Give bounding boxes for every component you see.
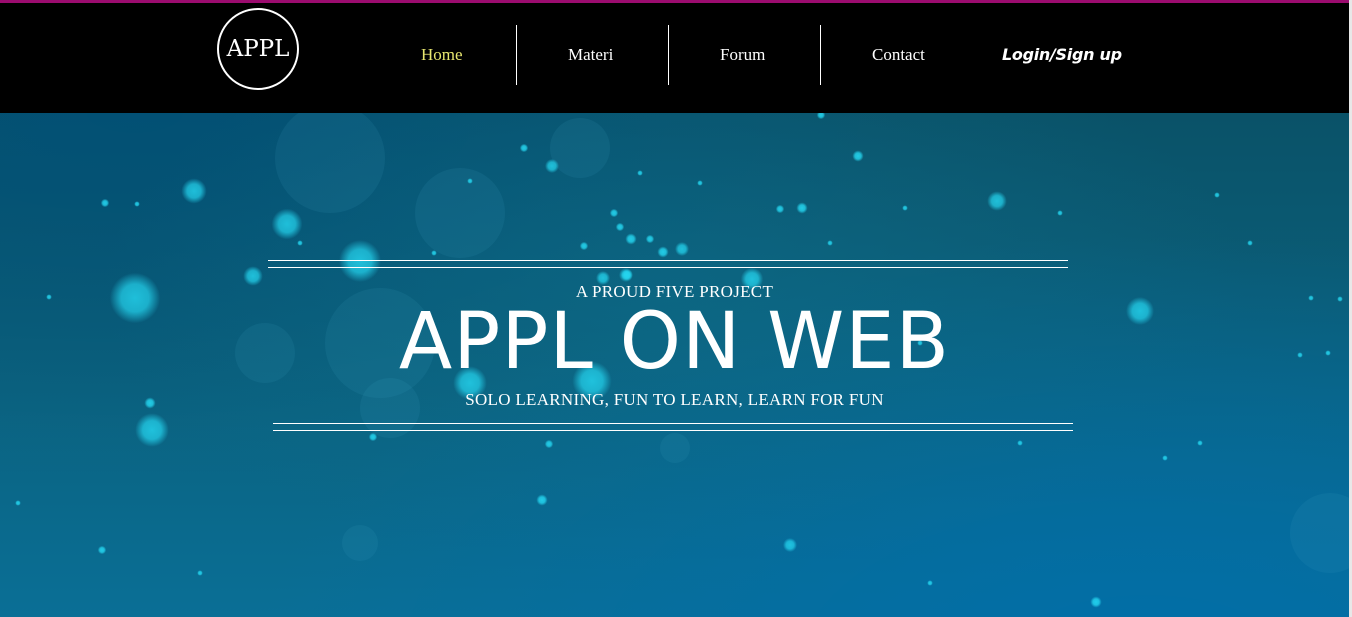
- particle-dot: [197, 570, 203, 576]
- page: APPL Home Materi Forum Contact Login/Sig…: [0, 0, 1352, 617]
- particle-dot: [1197, 440, 1203, 446]
- particle-dot: [368, 432, 378, 442]
- bokeh-blob: [415, 168, 505, 258]
- particle-dot: [1057, 210, 1063, 216]
- particle-dot: [1162, 455, 1168, 461]
- particle-dot: [796, 202, 808, 214]
- bokeh-blob: [550, 118, 610, 178]
- particle-dot: [467, 178, 473, 184]
- bokeh-blob: [275, 113, 385, 213]
- particle-dot: [852, 150, 864, 162]
- particle-dot: [579, 241, 589, 251]
- particle-dot: [902, 205, 908, 211]
- particle-dot: [1214, 192, 1220, 198]
- hero-top-rule: [268, 267, 1068, 268]
- particle-dot: [1247, 240, 1253, 246]
- hero-top-rule: [268, 260, 1068, 261]
- hero-banner: A PROUD FIVE PROJECT APPL ON WEB SOLO LE…: [0, 113, 1349, 617]
- particle-dot: [431, 250, 437, 256]
- nav-home-link[interactable]: Home: [421, 45, 463, 65]
- particle-dot: [657, 246, 669, 258]
- particle-dot: [134, 201, 140, 207]
- bokeh-blob: [1290, 493, 1349, 573]
- particle-dot: [645, 234, 655, 244]
- particle-dot: [987, 191, 1007, 211]
- login-signup-link[interactable]: Login/Sign up: [1002, 45, 1122, 64]
- nav-materi-link[interactable]: Materi: [568, 45, 613, 65]
- particle-dot: [609, 208, 619, 218]
- particle-dot: [339, 240, 381, 282]
- particle-dot: [675, 242, 689, 256]
- particle-dot: [15, 500, 21, 506]
- logo-text: APPL: [226, 36, 290, 62]
- particle-dot: [927, 580, 933, 586]
- particle-dot: [100, 198, 110, 208]
- particle-dot: [621, 269, 633, 281]
- particle-dot: [697, 180, 703, 186]
- particle-dot: [271, 208, 303, 240]
- bokeh-blob: [342, 525, 378, 561]
- nav-divider: [668, 25, 669, 85]
- nav-divider: [516, 25, 517, 85]
- navbar: APPL Home Materi Forum Contact Login/Sig…: [0, 3, 1349, 113]
- particle-dot: [1017, 440, 1023, 446]
- particle-dot: [97, 545, 107, 555]
- nav-divider: [820, 25, 821, 85]
- particle-dot: [783, 538, 797, 552]
- nav-forum-link[interactable]: Forum: [720, 45, 765, 65]
- particle-dot: [544, 439, 554, 449]
- particle-dot: [181, 178, 207, 204]
- hero-bottom-rule: [273, 430, 1073, 431]
- particle-dot: [545, 159, 559, 173]
- bokeh-blob: [660, 433, 690, 463]
- hero-title: APPL ON WEB: [398, 297, 951, 387]
- particle-dot: [625, 233, 637, 245]
- particle-dot: [297, 240, 303, 246]
- particle-dot: [1090, 596, 1102, 608]
- particle-dot: [637, 170, 643, 176]
- particle-dot: [615, 222, 625, 232]
- particle-dot: [816, 113, 826, 120]
- particle-dot: [135, 413, 169, 447]
- particle-dot: [519, 143, 529, 153]
- hero-subtitle: SOLO LEARNING, FUN TO LEARN, LEARN FOR F…: [465, 390, 884, 409]
- particle-dot: [536, 494, 548, 506]
- particle-dot: [827, 240, 833, 246]
- nav-contact-link[interactable]: Contact: [872, 45, 925, 65]
- site-logo[interactable]: APPL: [217, 8, 299, 90]
- hero-bottom-rule: [273, 423, 1073, 424]
- particle-dot: [775, 204, 785, 214]
